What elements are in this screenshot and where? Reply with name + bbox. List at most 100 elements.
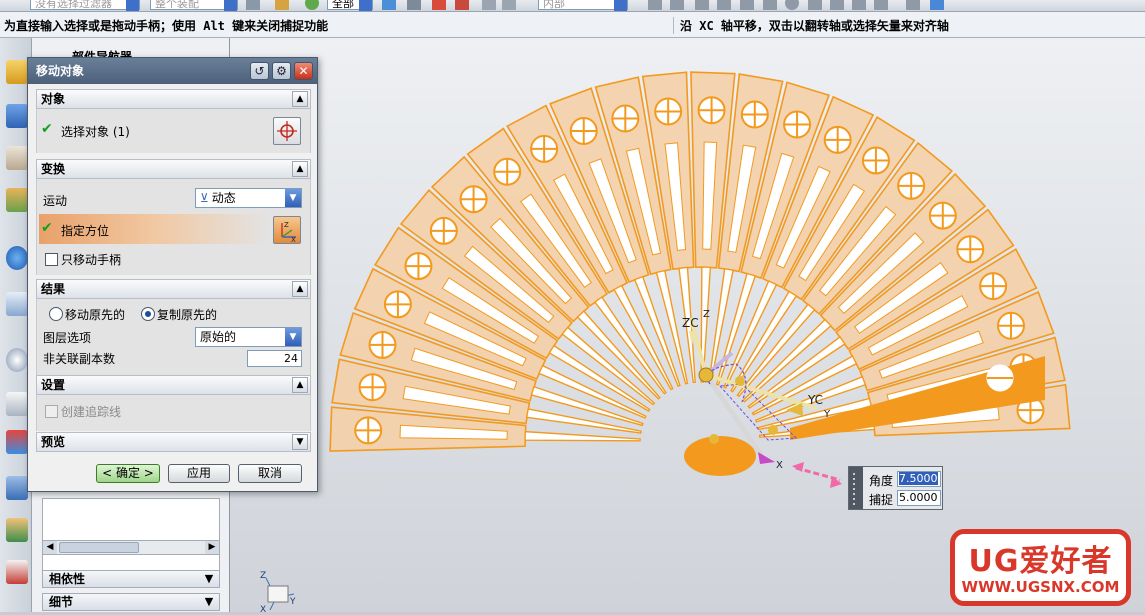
object-group-header[interactable]: 对象 ▲ xyxy=(36,89,311,109)
globe-icon[interactable] xyxy=(305,0,319,10)
curve-icon[interactable] xyxy=(874,0,888,10)
chevron-down-icon: ▼ xyxy=(204,595,214,608)
layer-option-select[interactable]: 原始的 ▼ xyxy=(195,327,302,347)
angle-input[interactable]: 7.5000 xyxy=(897,471,941,487)
rotate-ball-handle[interactable] xyxy=(768,425,778,435)
group-title: 对象 xyxy=(41,92,66,106)
copy-original-radio[interactable] xyxy=(141,307,155,321)
vector-icon[interactable] xyxy=(740,0,754,10)
line-icon[interactable] xyxy=(695,0,709,10)
watermark-logo: UG爱好者 WWW.UGSNX.COM xyxy=(950,529,1131,606)
manufacturing-wizard-icon[interactable] xyxy=(6,476,28,500)
dialog-title: 移动对象 xyxy=(36,64,85,78)
snap-label: 捕捉 xyxy=(869,493,894,507)
dependencies-section[interactable]: 相依性 ▼ xyxy=(42,570,220,588)
chevron-down-icon xyxy=(224,0,237,11)
pan-icon[interactable] xyxy=(648,0,662,10)
rotate-ball-handle[interactable] xyxy=(709,434,719,444)
scroll-right-icon[interactable]: ▶ xyxy=(205,541,219,554)
part-icon[interactable] xyxy=(906,0,920,10)
csys-dialog-icon[interactable]: ZX xyxy=(273,216,301,244)
popup-grip-handle[interactable] xyxy=(849,467,863,509)
arrow-icon[interactable] xyxy=(717,0,731,10)
trace-lines-checkbox[interactable] xyxy=(45,405,58,418)
triad-y-label: Y xyxy=(289,597,296,607)
view-triad: Z Y X xyxy=(260,571,296,615)
angle-value: 7.5000 xyxy=(899,472,938,485)
rotate-ball-handle[interactable] xyxy=(735,376,745,386)
history-icon[interactable] xyxy=(6,348,28,372)
select-object-label[interactable]: 选择对象 (1) xyxy=(61,123,130,140)
web-browser-icon[interactable] xyxy=(6,292,28,316)
layer-option-label: 图层选项 xyxy=(43,331,92,345)
plus-icon[interactable] xyxy=(830,0,844,10)
refresh-icon[interactable] xyxy=(382,0,396,10)
quadrant-icon[interactable] xyxy=(808,0,822,10)
fan-hub[interactable] xyxy=(684,436,756,476)
system-materials-icon[interactable] xyxy=(6,392,28,416)
tangent-combo[interactable]: 内部 xyxy=(538,0,628,11)
yc-label: YC xyxy=(807,393,823,407)
details-section[interactable]: 细节 ▼ xyxy=(42,593,220,611)
group-title: 结果 xyxy=(41,282,66,296)
box-icon[interactable] xyxy=(407,0,421,10)
angle-icon[interactable] xyxy=(852,0,866,10)
rotate-icon[interactable] xyxy=(670,0,684,10)
copies-label: 非关联副本数 xyxy=(43,352,116,366)
grid-icon[interactable] xyxy=(482,0,496,10)
settings-group-body: 创建追踪线 xyxy=(36,395,311,431)
cube-icon[interactable] xyxy=(930,0,944,10)
reset-icon[interactable]: ↺ xyxy=(250,62,269,80)
move-original-radio[interactable] xyxy=(49,307,63,321)
fan-model[interactable]: ZC Z YC Y X Z Y X xyxy=(230,38,1145,615)
apply-button[interactable]: 应用 xyxy=(168,464,230,483)
horizontal-scrollbar[interactable]: ◀ ▶ xyxy=(42,540,220,555)
snap-icon[interactable] xyxy=(246,0,260,10)
assembly-navigator-icon[interactable] xyxy=(6,60,28,84)
selection-filter-value: 没有选择过滤器 xyxy=(35,0,112,10)
selection-filter-combo[interactable]: 没有选择过滤器 xyxy=(30,0,140,11)
close-icon[interactable]: ✕ xyxy=(294,62,313,80)
specify-orientation-row[interactable]: ✔ 指定方位 xyxy=(39,214,269,244)
move-handle-only-label: 只移动手柄 xyxy=(61,253,122,267)
constraint-navigator-icon[interactable] xyxy=(6,104,28,128)
snap-input[interactable]: 5.0000 xyxy=(897,490,941,506)
scroll-thumb[interactable] xyxy=(59,542,139,553)
gear-icon[interactable]: ⚙ xyxy=(272,62,291,80)
snap-point-icon[interactable] xyxy=(455,0,469,10)
move-handle-only-checkbox[interactable] xyxy=(45,253,58,266)
triad-cube-icon xyxy=(267,585,289,603)
transform-group-header[interactable]: 变换 ▲ xyxy=(36,159,311,179)
navigator-list[interactable] xyxy=(42,498,220,572)
reuse-library-icon[interactable] xyxy=(6,188,28,212)
layer-filter-value: 全部 xyxy=(332,0,354,10)
copies-input[interactable]: 24 xyxy=(247,350,302,367)
motion-select[interactable]: ⊻ 动态 ▼ xyxy=(195,188,302,208)
ok-button[interactable]: < 确定 > xyxy=(96,464,160,483)
status-message: 沿 XC 轴平移，双击以翻转轴或选择矢量来对齐轴 xyxy=(673,17,949,34)
origin-handle[interactable] xyxy=(698,367,714,383)
chevron-down-icon xyxy=(126,0,139,11)
cancel-button[interactable]: 取消 xyxy=(238,464,302,483)
preview-group-header[interactable]: 预览 ▼ xyxy=(36,432,311,452)
circle-icon[interactable] xyxy=(785,0,799,10)
logo-url: WWW.UGSNX.COM xyxy=(961,578,1120,596)
settings-group-header[interactable]: 设置 ▲ xyxy=(36,375,311,395)
point-icon[interactable] xyxy=(432,0,446,10)
layer-filter-combo[interactable]: 全部 xyxy=(327,0,373,11)
info-icon[interactable] xyxy=(6,246,28,270)
select-box-icon[interactable] xyxy=(502,0,516,10)
part-navigator-icon[interactable] xyxy=(6,146,28,170)
result-group-header[interactable]: 结果 ▲ xyxy=(36,279,311,299)
top-toolbar: 没有选择过滤器 整个装配 全部 内部 xyxy=(0,0,1145,12)
system-scene-icon[interactable] xyxy=(6,560,28,584)
graphics-window[interactable]: ZC Z YC Y X Z Y X xyxy=(230,38,1145,615)
layer-icon[interactable] xyxy=(275,0,289,10)
crosshair-icon[interactable] xyxy=(273,117,301,145)
process-studio-icon[interactable] xyxy=(6,430,28,454)
arrow-up-icon[interactable] xyxy=(763,0,777,10)
scroll-left-icon[interactable]: ◀ xyxy=(43,541,57,554)
roles-icon[interactable] xyxy=(6,518,28,542)
angle-snap-popup[interactable]: 角度 7.5000 捕捉 5.0000 xyxy=(848,466,943,510)
selection-scope-combo[interactable]: 整个装配 xyxy=(150,0,238,11)
